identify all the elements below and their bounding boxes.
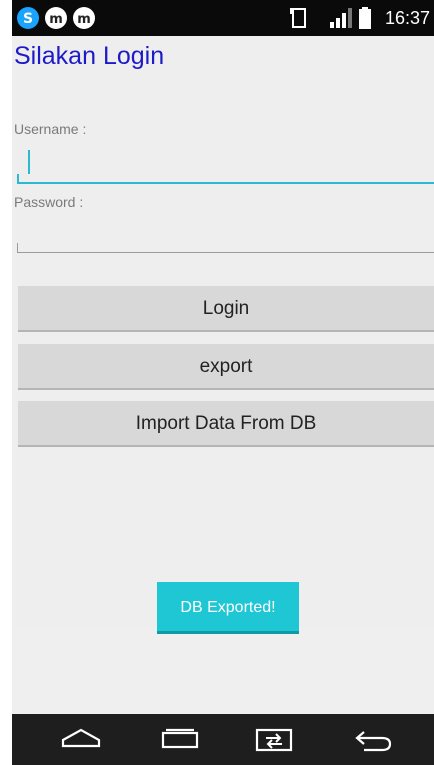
text-cursor: [28, 150, 30, 174]
status-bar: S m m 16:37: [12, 0, 434, 36]
toast-message: DB Exported!: [157, 582, 299, 634]
recents-icon[interactable]: [160, 726, 200, 757]
password-field[interactable]: [17, 243, 434, 253]
nfc-icon: [288, 6, 310, 35]
navigation-bar: [12, 714, 434, 765]
page-title: Silakan Login: [14, 42, 165, 70]
home-icon[interactable]: [60, 726, 102, 757]
messaging-app-icon: m: [44, 6, 68, 35]
svg-text:m: m: [77, 12, 91, 27]
username-field[interactable]: [17, 174, 434, 184]
phone-screen: S m m 16:37 Silakan Login Username: Pas…: [12, 0, 434, 765]
import-data-button[interactable]: Import Data From DB: [18, 401, 434, 447]
clock: 16:37: [384, 8, 430, 28]
password-label: Password :: [14, 194, 84, 210]
svg-text:S: S: [23, 11, 33, 27]
back-icon[interactable]: [352, 726, 396, 759]
battery-icon: [358, 6, 372, 35]
login-button[interactable]: Login: [18, 286, 434, 332]
s-app-icon: S: [16, 6, 40, 35]
username-label: Username :: [14, 121, 87, 137]
switch-app-icon[interactable]: [254, 726, 294, 759]
export-button[interactable]: export: [18, 344, 434, 390]
signal-icon: [328, 6, 354, 35]
content-area-bottom: [12, 626, 434, 714]
m-app-icon: m: [72, 6, 96, 35]
svg-text:m: m: [49, 12, 63, 27]
